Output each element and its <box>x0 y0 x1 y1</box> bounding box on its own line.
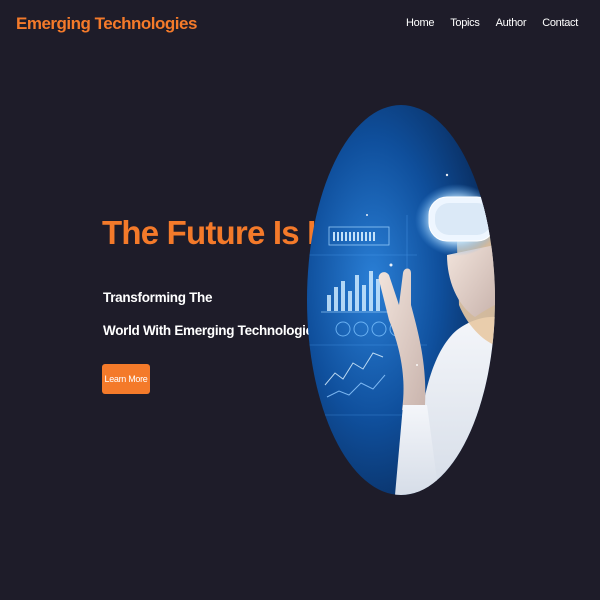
hero-subtitle: Transforming The World With Emerging Tec… <box>103 281 320 347</box>
nav-link-contact[interactable]: Contact <box>542 17 578 29</box>
site-header: Emerging Technologies Home Topics Author… <box>0 0 600 48</box>
main-nav: Home Topics Author Contact <box>390 17 578 29</box>
nav-link-home[interactable]: Home <box>406 17 434 29</box>
page: Emerging Technologies Home Topics Author… <box>0 0 600 600</box>
nav-link-topics[interactable]: Topics <box>450 17 480 29</box>
hero-vr-image <box>307 105 495 495</box>
hero-subtitle-line-2: World With Emerging Technologies <box>103 323 321 338</box>
learn-more-button[interactable]: Learn More <box>102 364 150 394</box>
nav-link-author[interactable]: Author <box>496 17 527 29</box>
brand-logo-text[interactable]: Emerging Technologies <box>16 14 197 34</box>
hero-subtitle-line-1: Transforming The <box>103 290 213 305</box>
